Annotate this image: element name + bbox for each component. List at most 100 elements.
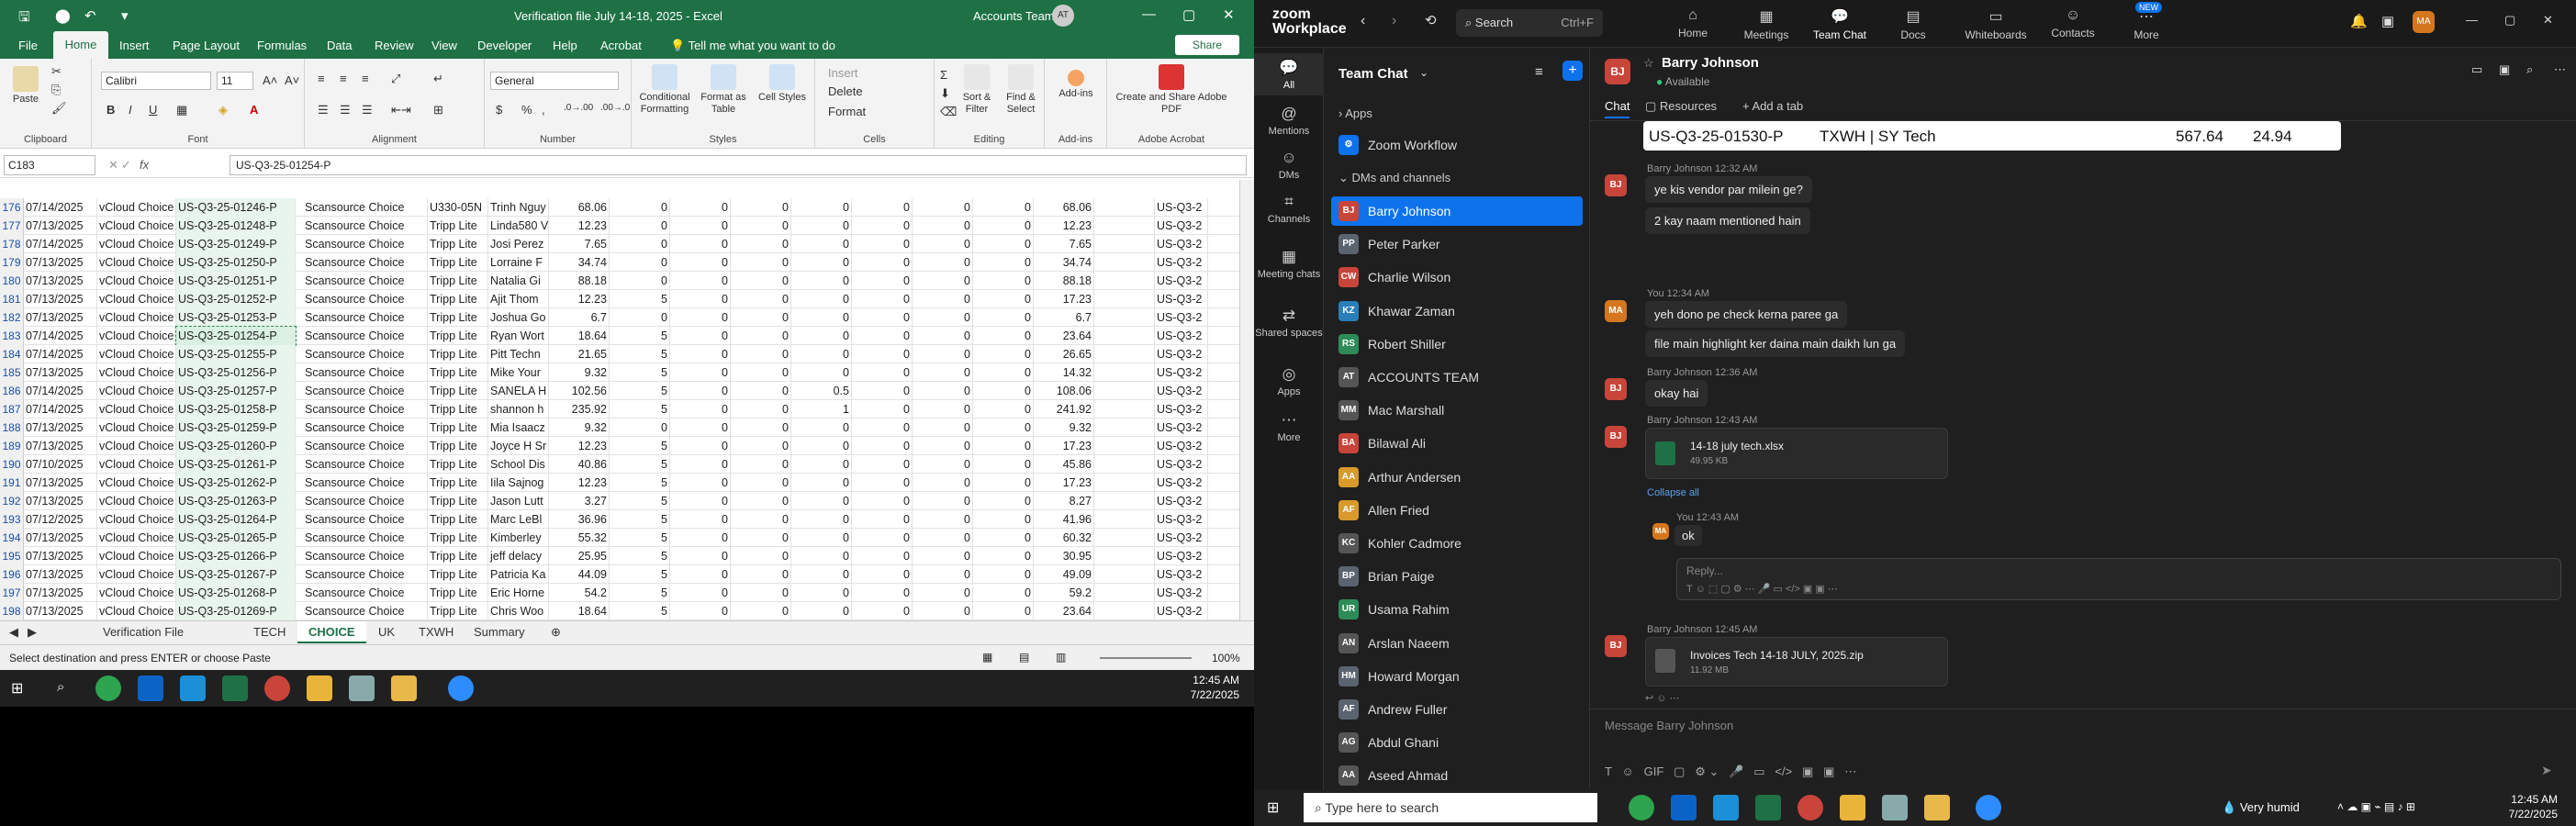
reaction-icons[interactable]: ↩ ☺ ⋯ [1645, 692, 1680, 704]
cell-b-192[interactable]: vCloud Choice [97, 492, 176, 510]
cell-j-193[interactable]: 0 [670, 510, 731, 529]
save-icon[interactable]: 🖫 [18, 7, 30, 30]
cell-h-180[interactable]: 88.18 [549, 272, 610, 290]
cell-h-187[interactable]: 235.92 [549, 400, 610, 419]
cell-j-178[interactable]: 0 [670, 235, 731, 253]
cell-o-182[interactable]: 0 [973, 308, 1034, 327]
cell-m-191[interactable]: 0 [852, 474, 913, 492]
apps-panel-icon[interactable]: ▣ [2381, 13, 2394, 29]
cell-b-176[interactable]: vCloud Choice [97, 198, 176, 217]
grow-font-icon[interactable]: A˄ [263, 73, 277, 87]
cell-r-192[interactable]: US-Q3-2 [1155, 492, 1208, 510]
cell-j-183[interactable]: 0 [670, 327, 731, 345]
cell-i-185[interactable]: 5 [610, 363, 670, 382]
row-header[interactable]: 193 [0, 510, 24, 529]
cell-c-184[interactable]: US-Q3-25-01255-P [176, 345, 296, 363]
cell-k-188[interactable]: 0 [731, 419, 791, 437]
cell-c-182[interactable]: US-Q3-25-01253-P [176, 308, 296, 327]
cell-j-197[interactable]: 0 [670, 584, 731, 602]
cell-f-185[interactable]: Tripp Lite [428, 363, 488, 382]
cell-i-183[interactable]: 5 [610, 327, 670, 345]
cell-l-187[interactable]: 1 [791, 400, 852, 419]
cell-m-198[interactable]: 0 [852, 602, 913, 620]
sheet-tab-tech[interactable]: TECH [242, 621, 297, 643]
chat-item-barry-johnson[interactable]: BJ Barry Johnson [1331, 196, 1583, 226]
cell-i-182[interactable]: 0 [610, 308, 670, 327]
cell-e-194[interactable]: Scansource Choice [303, 529, 428, 547]
cell-l-183[interactable]: 0 [791, 327, 852, 345]
cell-f-194[interactable]: Tripp Lite [428, 529, 488, 547]
cell-e-190[interactable]: Scansource Choice [303, 455, 428, 474]
cell-nn-179[interactable]: 0 [913, 253, 973, 272]
search-icon[interactable]: ⌕ [57, 679, 64, 695]
cell-r-181[interactable]: US-Q3-2 [1155, 290, 1208, 308]
cell-f-176[interactable]: U330-05N [428, 198, 488, 217]
account-name[interactable]: Accounts Team [973, 9, 1055, 23]
cell-q-185[interactable] [1094, 363, 1155, 382]
cell-e-198[interactable]: Scansource Choice [303, 602, 428, 620]
cell-g-190[interactable]: School Dis [488, 455, 549, 474]
rail-meeting-chats[interactable]: ▦ Meeting chats [1254, 248, 1324, 280]
cell-b-189[interactable]: vCloud Choice [97, 437, 176, 455]
tab-data[interactable]: Data [327, 39, 352, 52]
chat-item-andrew-fuller[interactable]: AF Andrew Fuller [1331, 695, 1583, 724]
reply-bubble[interactable]: ok [1674, 525, 1702, 546]
history-icon[interactable]: ⟲ [1425, 12, 1437, 28]
chat-item-usama-rahim[interactable]: UR Usama Rahim [1331, 595, 1583, 624]
collapse-all-link[interactable]: Collapse all [1647, 487, 1699, 498]
cell-r-188[interactable]: US-Q3-2 [1155, 419, 1208, 437]
cell-i-195[interactable]: 5 [610, 547, 670, 565]
cell-c-188[interactable]: US-Q3-25-01259-P [176, 419, 296, 437]
sheet-tab-summary[interactable]: Summary [463, 621, 536, 643]
cell-a-193[interactable]: 07/12/2025 [24, 510, 97, 529]
clock-date[interactable]: 7/22/2025 [1157, 688, 1239, 701]
chat-item-accounts-team[interactable]: AT ACCOUNTS TEAM [1331, 363, 1583, 392]
cell-m-188[interactable]: 0 [852, 419, 913, 437]
cell-q-182[interactable] [1094, 308, 1155, 327]
cell-b-190[interactable]: vCloud Choice [97, 455, 176, 474]
normal-view-icon[interactable]: ▦ [982, 651, 992, 664]
cell-m-193[interactable]: 0 [852, 510, 913, 529]
cell-c-186[interactable]: US-Q3-25-01257-P [176, 382, 296, 400]
cell-o-194[interactable]: 0 [973, 529, 1034, 547]
cell-p-185[interactable]: 14.32 [1034, 363, 1094, 382]
cell-o-177[interactable]: 0 [973, 217, 1034, 235]
cell-nn-192[interactable]: 0 [913, 492, 973, 510]
nav-home[interactable]: ⌂ Home [1656, 7, 1730, 39]
cell-j-192[interactable]: 0 [670, 492, 731, 510]
cell-o-190[interactable]: 0 [973, 455, 1034, 474]
restore-icon[interactable]: ▢ [2504, 13, 2515, 28]
cell-p-192[interactable]: 8.27 [1034, 492, 1094, 510]
cell-p-176[interactable]: 68.06 [1034, 198, 1094, 217]
cell-a-189[interactable]: 07/13/2025 [24, 437, 97, 455]
cell-b-178[interactable]: vCloud Choice [97, 235, 176, 253]
cell-j-177[interactable]: 0 [670, 217, 731, 235]
cell-c-180[interactable]: US-Q3-25-01251-P [176, 272, 296, 290]
cell-g-182[interactable]: Joshua Go [488, 308, 549, 327]
tab-help[interactable]: Help [553, 39, 577, 52]
cell-i-197[interactable]: 5 [610, 584, 670, 602]
chat-item-peter-parker[interactable]: PP Peter Parker [1331, 229, 1583, 259]
nav-meetings[interactable]: ▦ Meetings [1730, 7, 1803, 41]
cell-i-181[interactable]: 5 [610, 290, 670, 308]
cell-k-198[interactable]: 0 [731, 602, 791, 620]
cell-a-178[interactable]: 07/14/2025 [24, 235, 97, 253]
cell-o-197[interactable]: 0 [973, 584, 1034, 602]
cell-m-176[interactable]: 0 [852, 198, 913, 217]
cell-c-181[interactable]: US-Q3-25-01252-P [176, 290, 296, 308]
cell-f-178[interactable]: Tripp Lite [428, 235, 488, 253]
cell-a-194[interactable]: 07/13/2025 [24, 529, 97, 547]
copy-icon[interactable]: ⎘ [51, 83, 61, 97]
sheet-tab-uk[interactable]: UK [367, 621, 406, 643]
file-explorer-icon[interactable] [1924, 795, 1950, 820]
cell-h-182[interactable]: 6.7 [549, 308, 610, 327]
rail-mentions[interactable]: @ Mentions [1254, 105, 1324, 137]
align-top-icon[interactable]: ≡ [318, 72, 325, 85]
cell-f-183[interactable]: Tripp Lite [428, 327, 488, 345]
cell-a-190[interactable]: 07/10/2025 [24, 455, 97, 474]
cell-m-187[interactable]: 0 [852, 400, 913, 419]
cell-l-195[interactable]: 0 [791, 547, 852, 565]
row-header[interactable]: 194 [0, 529, 24, 547]
chat-item-khawar-zaman[interactable]: KZ Khawar Zaman [1331, 296, 1583, 326]
cell-k-189[interactable]: 0 [731, 437, 791, 455]
